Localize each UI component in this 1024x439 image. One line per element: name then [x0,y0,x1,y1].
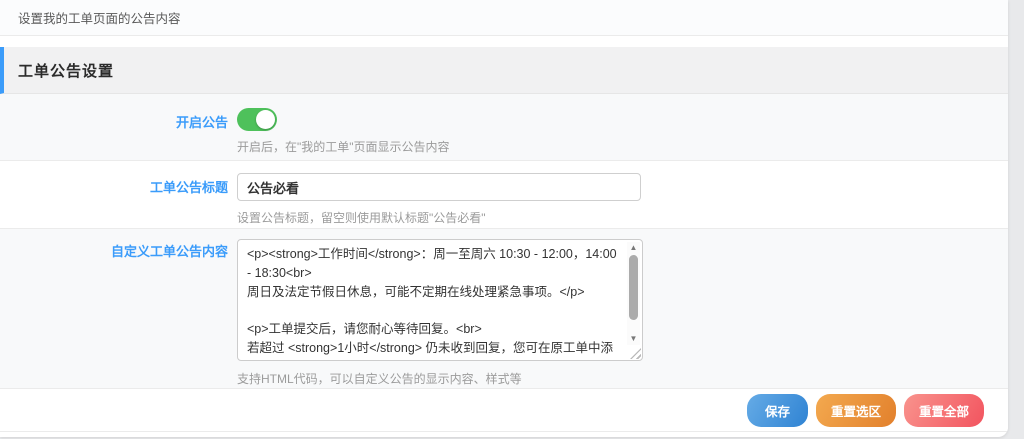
announcement-content-help: 支持HTML代码，可以自定义公告的显示内容、样式等 [237,370,643,387]
announcement-content-label: 自定义工单公告内容 [0,229,228,388]
announcement-enable-help: 开启后，在"我的工单"页面显示公告内容 [237,138,450,155]
toggle-knob [256,110,275,129]
reset-section-button[interactable]: 重置选区 [816,394,896,427]
announcement-enable-toggle[interactable] [237,108,277,131]
page-description-text: 设置我的工单页面的公告内容 [18,8,181,27]
section-title: 工单公告设置 [18,60,114,81]
save-button[interactable]: 保存 [747,394,808,427]
announcement-content-row: 自定义工单公告内容 <p><strong>工作时间</strong>：周一至周六… [0,229,1008,389]
section-header: 工单公告设置 [0,47,1008,94]
scrollbar-down-icon[interactable]: ▼ [627,333,640,345]
settings-card: 设置我的工单页面的公告内容 工单公告设置 开启公告 开启后，在"我的工单"页面显… [0,0,1008,437]
announcement-enable-row: 开启公告 开启后，在"我的工单"页面显示公告内容 [0,94,1008,161]
reset-all-button[interactable]: 重置全部 [904,394,984,427]
announcement-title-label: 工单公告标题 [0,161,228,228]
scrollbar-thumb[interactable] [629,255,638,320]
scrollbar-up-icon[interactable]: ▲ [627,242,640,254]
page-background [1008,0,1024,439]
announcement-title-help: 设置公告标题，留空则使用默认标题"公告必看" [237,209,641,226]
actions-bar: 保存 重置选区 重置全部 [0,389,1008,432]
page-description: 设置我的工单页面的公告内容 [0,0,1008,36]
announcement-content-textarea[interactable]: <p><strong>工作时间</strong>：周一至周六 10:30 - 1… [238,240,642,360]
announcement-title-input[interactable] [237,173,641,201]
announcement-title-row: 工单公告标题 设置公告标题，留空则使用默认标题"公告必看" [0,161,1008,229]
textarea-scrollbar[interactable]: ▲ ▼ [627,242,640,345]
announcement-enable-label: 开启公告 [0,94,228,160]
announcement-content-wrap: <p><strong>工作时间</strong>：周一至周六 10:30 - 1… [237,239,643,361]
spacer [0,36,1008,47]
